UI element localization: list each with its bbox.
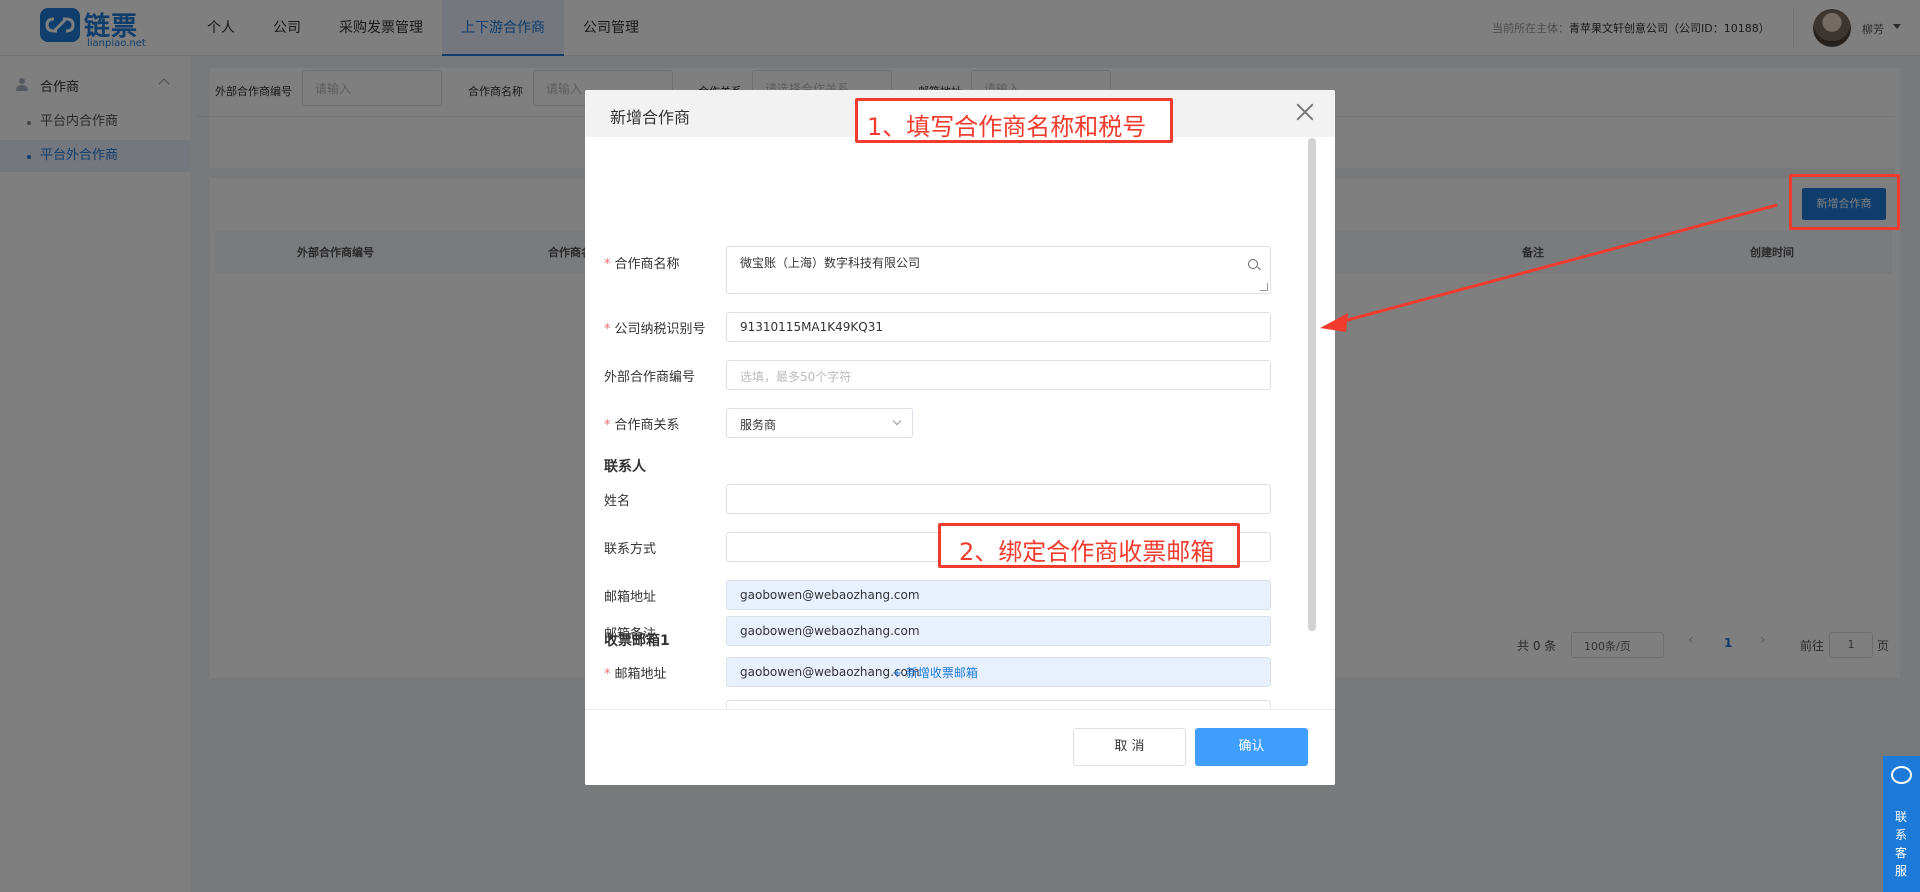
annotation-arrow-icon bbox=[1320, 203, 1778, 332]
contact-service-button[interactable]: 联系客服 bbox=[1883, 756, 1920, 892]
chat-bubble-icon bbox=[1891, 766, 1912, 784]
contact-service-label: 联系客服 bbox=[1895, 810, 1908, 878]
